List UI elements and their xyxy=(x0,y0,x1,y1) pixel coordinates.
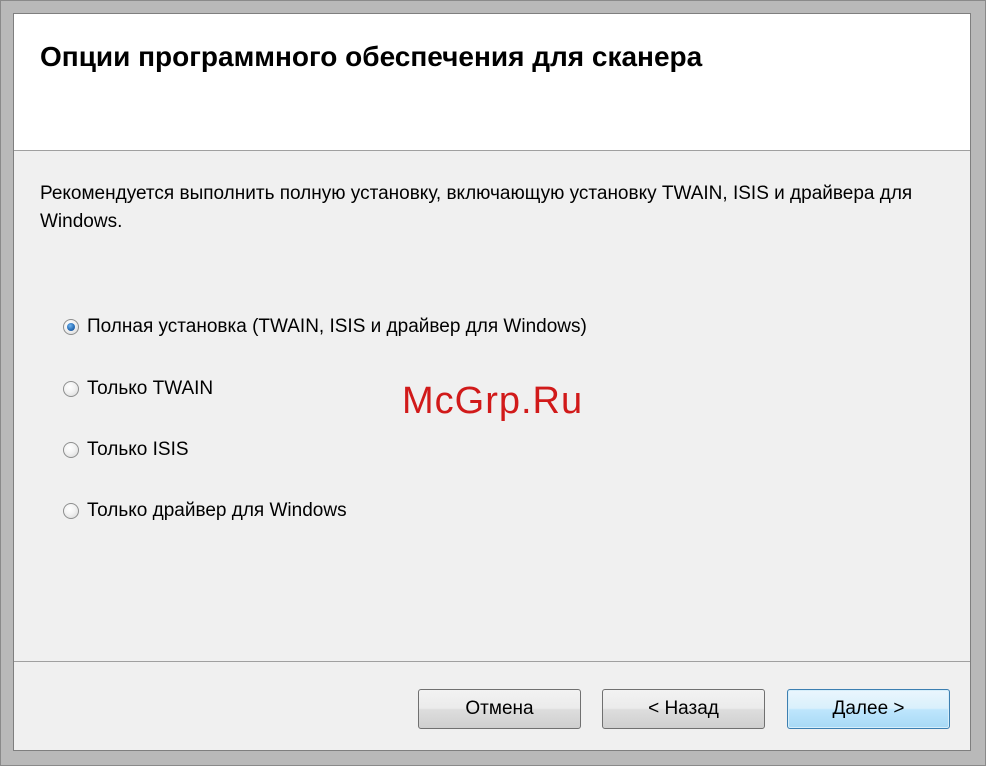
radio-unselected-icon[interactable] xyxy=(63,381,79,397)
dialog-header: Опции программного обеспечения для скане… xyxy=(14,14,970,151)
description-text: Рекомендуется выполнить полную установку… xyxy=(40,183,913,232)
radio-option-twain[interactable]: Только TWAIN xyxy=(63,376,213,402)
radio-label-windows-driver: Только драйвер для Windows xyxy=(87,500,347,521)
radio-label-isis: Только ISIS xyxy=(87,439,189,460)
window-frame: Опции программного обеспечения для скане… xyxy=(0,0,986,766)
radio-selected-icon[interactable] xyxy=(63,319,79,335)
radio-option-windows-driver[interactable]: Только драйвер для Windows xyxy=(63,498,347,524)
radio-option-full[interactable]: Полная установка (TWAIN, ISIS и драйвер … xyxy=(63,314,587,340)
radio-unselected-icon[interactable] xyxy=(63,442,79,458)
dialog-footer: Отмена < Назад Далее > xyxy=(14,661,970,750)
watermark: McGrp.Ru xyxy=(402,380,584,422)
back-button[interactable]: < Назад xyxy=(602,689,765,729)
page-title: Опции программного обеспечения для скане… xyxy=(40,41,703,72)
radio-option-isis[interactable]: Только ISIS xyxy=(63,437,189,463)
installer-dialog: Опции программного обеспечения для скане… xyxy=(13,13,971,751)
cancel-button[interactable]: Отмена xyxy=(418,689,581,729)
radio-label-twain: Только TWAIN xyxy=(87,378,214,399)
dialog-body: Рекомендуется выполнить полную установку… xyxy=(14,151,970,661)
radio-label-full: Полная установка (TWAIN, ISIS и драйвер … xyxy=(87,316,587,337)
radio-unselected-icon[interactable] xyxy=(63,503,79,519)
next-button[interactable]: Далее > xyxy=(787,689,950,729)
